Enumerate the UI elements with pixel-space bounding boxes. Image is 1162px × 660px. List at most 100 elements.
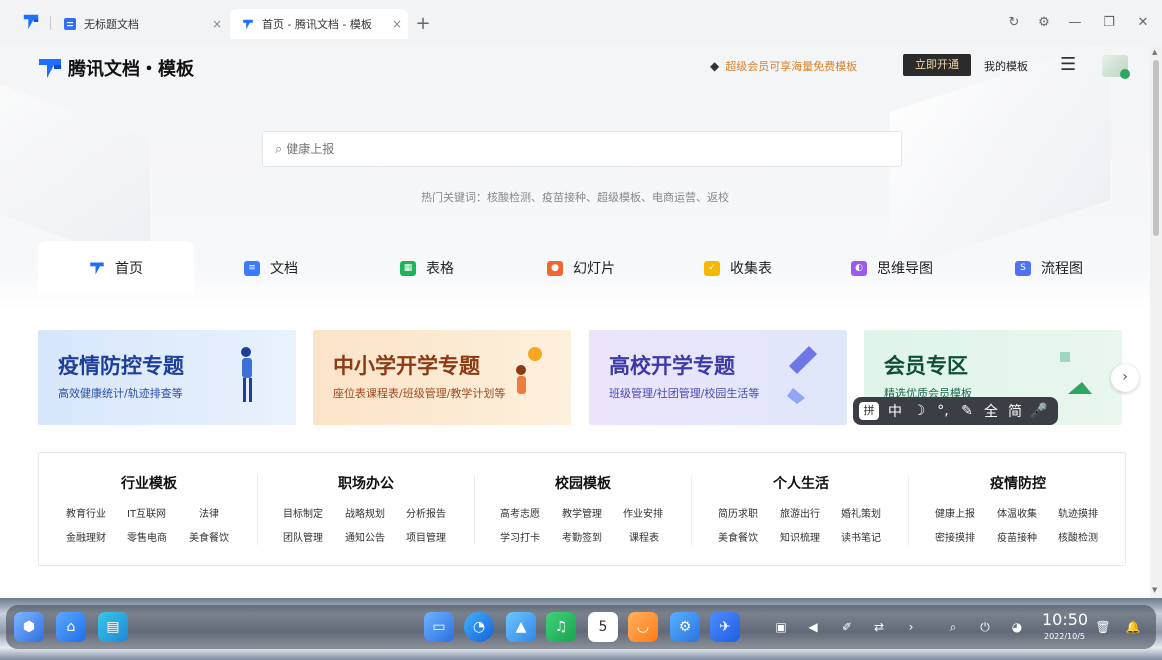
browser-icon[interactable]: ◔ [464,612,494,642]
search-input[interactable] [286,142,901,156]
template-link[interactable]: 分析报告 [406,505,446,520]
template-link[interactable]: 项目管理 [406,529,446,544]
volume-icon[interactable]: ◀ [804,618,822,636]
template-link[interactable]: 美食餐饮 [189,529,229,544]
my-templates-link[interactable]: 我的模板 [984,58,1028,74]
power-icon[interactable]: ⏻ [976,618,994,636]
template-link[interactable]: 旅游出行 [780,505,820,520]
pen-tray-icon[interactable]: ✐ [838,618,856,636]
template-link[interactable]: 法律 [199,505,219,520]
input-switch-icon[interactable]: ⇄ [870,618,888,636]
ime-punctuation-icon[interactable]: °, [931,403,955,419]
template-link[interactable]: 教育行业 [66,505,106,520]
ime-pinyin-icon[interactable]: 拼 [859,402,879,420]
banner-epidemic[interactable]: 疫情防控专题 高效健康统计/轨迹排查等 [38,330,296,425]
app-store-icon[interactable]: ◡ [628,612,658,642]
refresh-icon[interactable]: ↻ [1003,12,1025,34]
banner-school-start[interactable]: 中小学开学专题 座位表课程表/班级管理/教学计划等 [313,330,571,425]
music-icon[interactable]: ♫ [546,612,576,642]
template-link[interactable]: 疫苗接种 [997,529,1037,544]
image-viewer-icon[interactable]: ▲ [506,612,536,642]
settings-gear-icon[interactable]: ⚙ [670,612,700,642]
settings-gear-icon[interactable]: ⚙ [1033,12,1055,34]
tab-home[interactable]: 首页 [38,241,194,295]
tab-mindmap[interactable]: ◐ 思维导图 [851,241,933,295]
browser-tab-untitled[interactable]: 无标题文档 × [58,9,228,39]
clock-date[interactable]: 2022/10/5 [1044,632,1085,641]
tab-slide[interactable]: ● 幻灯片 [547,241,615,295]
template-link[interactable]: 战略规划 [345,505,385,520]
search-icon[interactable]: ⌕ [944,618,962,636]
notification-bell-icon[interactable]: 🔔 [1124,618,1142,636]
template-link[interactable]: 作业安排 [623,505,663,520]
hot-keyword[interactable]: 疫苗接种 [542,191,586,204]
template-search-box[interactable]: ⌕ [262,131,902,167]
template-link[interactable]: 婚礼策划 [841,505,881,520]
brand-logo[interactable]: 腾讯文档・模板 [38,55,194,81]
template-link[interactable]: 金融理财 [66,529,106,544]
template-link[interactable]: 目标制定 [283,505,323,520]
ime-handwrite-icon[interactable]: ✎ [955,403,979,419]
menu-icon[interactable]: ☰ [1060,54,1076,75]
trash-icon[interactable]: 🗑 [1094,618,1112,636]
template-link[interactable]: 密接摸排 [935,529,975,544]
tencent-docs-app-icon[interactable]: ✈ [710,612,740,642]
new-tab-button[interactable]: + [413,13,433,34]
close-window-icon[interactable]: ✕ [1132,12,1154,34]
hot-keyword[interactable]: 电商运营 [652,191,696,204]
template-link[interactable]: 体温收集 [997,505,1037,520]
tab-form[interactable]: ✓ 收集表 [704,241,772,295]
tab-doc[interactable]: ≡ 文档 [244,241,298,295]
minimize-icon[interactable]: — [1064,12,1086,34]
ime-mic-icon[interactable]: 🎤 [1027,403,1051,419]
template-link[interactable]: 高考志愿 [500,505,540,520]
page-scrollbar[interactable]: ▲ ▼ [1150,46,1162,598]
maximize-icon[interactable]: ❐ [1098,12,1120,34]
template-link[interactable]: 知识梳理 [780,529,820,544]
scroll-up-icon[interactable]: ▲ [1152,48,1157,56]
clock-time[interactable]: 10:50 [1042,610,1088,629]
calendar-icon[interactable]: 5 [588,612,618,642]
hot-keyword[interactable]: 返校 [707,191,729,204]
screenshot-tray-icon[interactable]: ▣ [772,618,790,636]
banner-college[interactable]: 高校开学专题 班级管理/社团管理/校园生活等 [589,330,847,425]
ime-fullwidth[interactable]: 全 [979,401,1003,421]
ime-moon-icon[interactable]: ☽ [907,403,931,419]
template-link[interactable]: 学习打卡 [500,529,540,544]
tencent-docs-logo-icon[interactable] [22,12,40,30]
ime-chinese-mode[interactable]: 中 [883,401,907,421]
template-link[interactable]: 课程表 [629,529,659,544]
tab-sheet[interactable]: ▦ 表格 [400,241,454,295]
template-link[interactable]: 简历求职 [718,505,758,520]
template-link[interactable]: 团队管理 [283,529,323,544]
carousel-next-button[interactable]: › [1111,364,1139,392]
template-link[interactable]: 美食餐饮 [718,529,758,544]
ime-simplified[interactable]: 简 [1003,401,1027,421]
tab-close-icon[interactable]: × [206,17,228,31]
tab-flowchart[interactable]: S 流程图 [1015,241,1083,295]
template-link[interactable]: 通知公告 [345,529,385,544]
template-link[interactable]: 教学管理 [562,505,602,520]
template-link[interactable]: IT互联网 [127,505,166,520]
vip-promo-link[interactable]: ◆ 超级会员可享海量免费模板 [710,58,857,74]
network-icon[interactable]: ◕ [1008,618,1026,636]
hot-keyword[interactable]: 核酸检测 [487,191,531,204]
tray-expand-icon[interactable]: › [902,618,920,636]
template-link[interactable]: 轨迹摸排 [1058,505,1098,520]
hot-keyword[interactable]: 超级模板 [597,191,641,204]
template-link[interactable]: 健康上报 [935,505,975,520]
home-folder-icon[interactable]: ⌂ [56,612,86,642]
template-link[interactable]: 考勤签到 [562,529,602,544]
template-link[interactable]: 核酸检测 [1058,529,1098,544]
file-manager-icon[interactable]: ▭ [424,612,454,642]
browser-tab-templates[interactable]: 首页 - 腾讯文档 - 模板 × [230,9,408,39]
template-link[interactable]: 零售电商 [127,529,167,544]
open-vip-button[interactable]: 立即开通 [903,54,971,76]
user-avatar[interactable] [1102,55,1130,79]
template-link[interactable]: 读书笔记 [841,529,881,544]
scroll-down-icon[interactable]: ▼ [1152,586,1157,594]
scrollbar-thumb[interactable] [1153,60,1159,236]
multitask-icon[interactable]: ▤ [98,612,128,642]
launcher-cube-icon[interactable]: ⬢ [14,612,44,642]
tab-close-icon[interactable]: × [386,17,408,31]
